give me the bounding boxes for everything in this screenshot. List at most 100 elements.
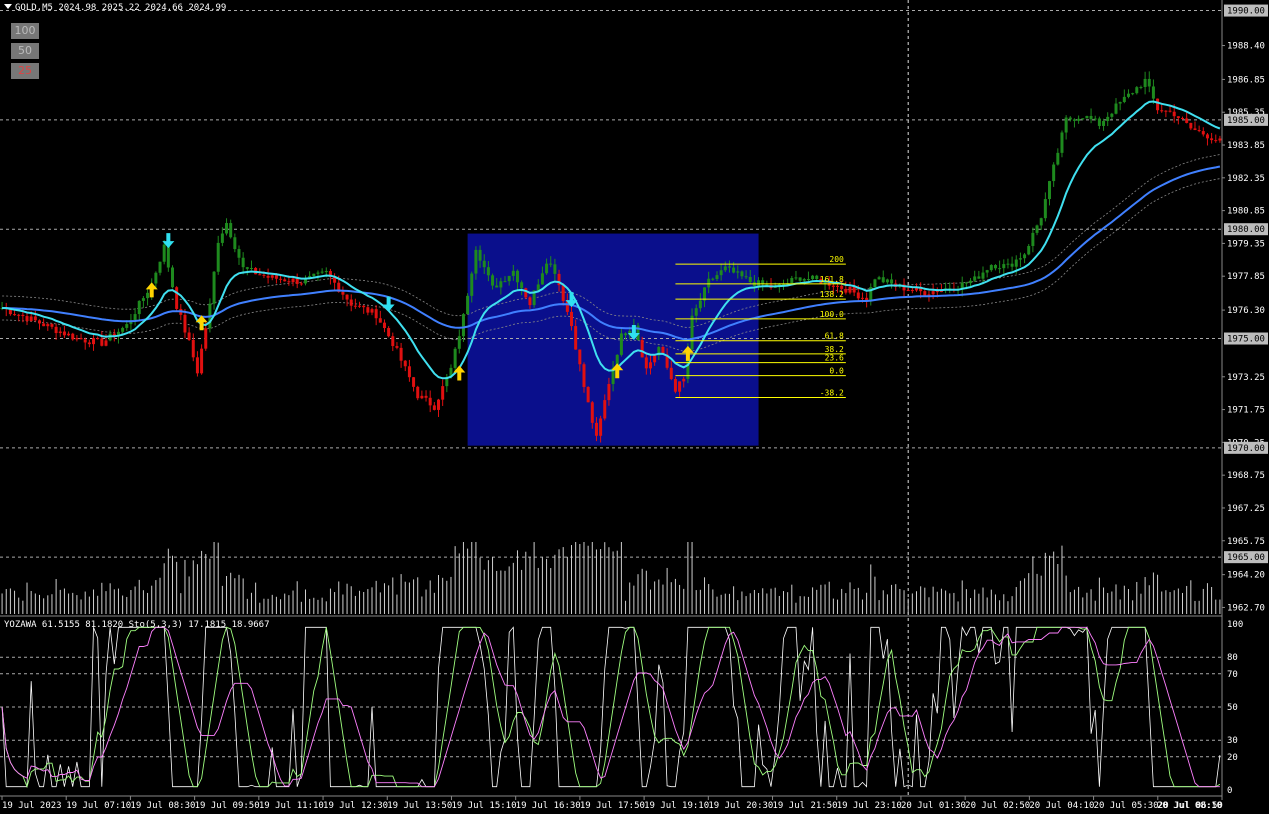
price-bar bbox=[345, 294, 349, 300]
fib-level-label: 61.8 bbox=[825, 332, 844, 341]
price-bar bbox=[154, 272, 158, 284]
price-bar bbox=[1135, 87, 1139, 94]
price-bar bbox=[520, 282, 524, 289]
price-bar bbox=[420, 395, 424, 399]
price-bar bbox=[1002, 264, 1006, 269]
price-tick-label: 1965.75 bbox=[1227, 537, 1265, 547]
price-bar bbox=[453, 348, 457, 368]
price-bar bbox=[1039, 218, 1043, 226]
price-bar bbox=[586, 386, 590, 403]
price-bar bbox=[1102, 121, 1106, 126]
time-tick-label: 19 Jul 17:50 bbox=[580, 801, 645, 811]
price-bar bbox=[158, 261, 162, 273]
price-bar bbox=[412, 377, 416, 387]
price-bar bbox=[175, 287, 179, 309]
price-bar bbox=[1176, 116, 1180, 118]
price-bar bbox=[13, 314, 17, 316]
price-bar bbox=[1151, 86, 1155, 99]
price-tick-label: 1990.00 bbox=[1227, 7, 1265, 17]
zoom-button-50[interactable]: 50 bbox=[11, 43, 39, 59]
price-bar bbox=[291, 278, 295, 283]
price-chart[interactable]: 200161.8138.2100.061.838.223.60.0-38.219… bbox=[0, 0, 1269, 814]
price-bar bbox=[711, 278, 715, 280]
time-tick-label: 20 Jul 04:10 bbox=[1029, 801, 1094, 811]
price-bar bbox=[1189, 122, 1193, 129]
price-bar bbox=[54, 326, 58, 334]
time-tick-label: 20 Jul 02:50 bbox=[965, 801, 1030, 811]
price-bar bbox=[890, 279, 894, 284]
price-bar bbox=[378, 318, 382, 323]
price-bar bbox=[92, 338, 96, 345]
price-bar bbox=[528, 297, 532, 306]
price-bar bbox=[320, 271, 324, 273]
price-bar bbox=[204, 328, 208, 349]
price-bar bbox=[594, 422, 598, 436]
price-bar bbox=[1060, 132, 1064, 153]
price-bar bbox=[245, 267, 249, 269]
price-bar bbox=[270, 275, 274, 278]
price-bar bbox=[96, 338, 100, 340]
price-bar bbox=[100, 338, 104, 346]
price-bar bbox=[466, 295, 470, 315]
price-bar bbox=[624, 333, 628, 336]
price-bar bbox=[540, 273, 544, 285]
price-bar bbox=[133, 314, 137, 321]
price-bar bbox=[698, 300, 702, 309]
chart-window[interactable]: 200 161.8 138.2 100.0 61.8 38.2 23.6 0.0 -38.2 19… bbox=[0, 0, 1269, 814]
zoom-button-100[interactable]: 100 bbox=[11, 23, 39, 39]
price-tick-label: 1962.70 bbox=[1227, 603, 1265, 613]
price-tick-label: 1964.20 bbox=[1227, 571, 1265, 581]
price-bar bbox=[607, 384, 611, 401]
price-bar bbox=[42, 323, 46, 327]
fib-level-label: 138.2 bbox=[820, 290, 844, 299]
price-bar bbox=[694, 308, 698, 316]
price-bar bbox=[1031, 232, 1035, 247]
price-bar bbox=[727, 266, 731, 268]
price-bar bbox=[1110, 113, 1114, 117]
price-bar bbox=[515, 270, 519, 283]
price-bar bbox=[852, 286, 856, 293]
price-bar bbox=[736, 271, 740, 273]
price-bar bbox=[590, 402, 594, 423]
fib-level-label: 38.2 bbox=[825, 345, 844, 354]
price-bar bbox=[341, 291, 345, 295]
price-bar bbox=[312, 273, 316, 277]
price-bar bbox=[146, 292, 150, 299]
price-bar bbox=[977, 276, 981, 279]
price-tick-label: 1976.30 bbox=[1227, 306, 1265, 316]
price-bar bbox=[287, 281, 291, 283]
price-tick-label: 1983.85 bbox=[1227, 141, 1265, 151]
price-bar bbox=[1201, 131, 1205, 135]
price-bar bbox=[1168, 110, 1172, 112]
price-bar bbox=[461, 314, 465, 337]
price-bar bbox=[399, 347, 403, 361]
zoom-button-25[interactable]: 25 bbox=[11, 63, 39, 79]
price-bar bbox=[856, 292, 860, 299]
dropdown-triangle-icon[interactable] bbox=[4, 4, 12, 9]
price-bar bbox=[362, 305, 366, 308]
time-tick-label: 19 Jul 07:10 bbox=[66, 801, 131, 811]
price-bar bbox=[993, 265, 997, 269]
price-bar bbox=[910, 290, 914, 292]
price-bar bbox=[349, 299, 353, 306]
price-bar bbox=[1077, 118, 1081, 121]
price-bar bbox=[1023, 254, 1027, 259]
price-bar bbox=[58, 331, 62, 334]
price-bar bbox=[266, 275, 270, 278]
price-bar bbox=[806, 279, 810, 281]
price-tick-label: 1979.35 bbox=[1227, 239, 1265, 249]
price-bar bbox=[1114, 103, 1118, 114]
price-bar bbox=[1043, 199, 1047, 219]
price-bar bbox=[358, 305, 362, 307]
price-bar bbox=[877, 277, 881, 280]
price-bar bbox=[29, 316, 33, 321]
price-bar bbox=[748, 276, 752, 283]
oscillator-main-line bbox=[1, 625, 1221, 788]
price-bar bbox=[811, 275, 815, 280]
price-bar bbox=[191, 339, 195, 358]
price-bar bbox=[1164, 110, 1168, 112]
price-bar bbox=[262, 274, 266, 276]
price-tick-label: 1980.00 bbox=[1227, 225, 1265, 235]
price-tick-label: 1977.85 bbox=[1227, 272, 1265, 282]
price-bar bbox=[200, 348, 204, 374]
